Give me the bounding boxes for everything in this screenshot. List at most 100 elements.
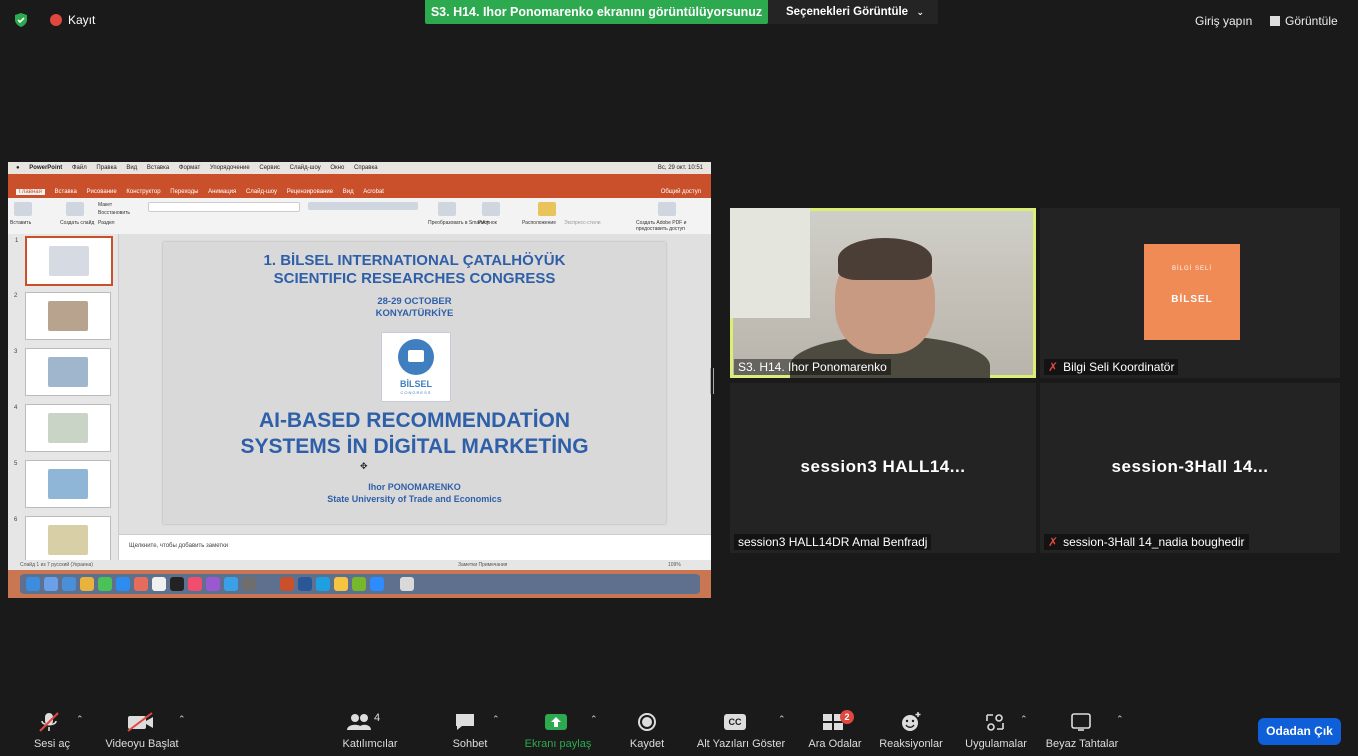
ppt-tab: Вставка: [54, 189, 77, 195]
notes-placeholder: Щелкните, чтобы добавить заметки: [129, 543, 229, 549]
status-right: Заметки Примечания: [458, 562, 508, 568]
record-icon: [638, 713, 656, 731]
speaker-hair: [838, 238, 932, 280]
background-window: [730, 208, 810, 318]
chevron-up-icon[interactable]: ⌃: [492, 714, 500, 725]
thumb-image: [48, 525, 88, 555]
ribbon-label: Макет: [98, 202, 113, 208]
thumb-image: [48, 301, 88, 331]
whiteboards-button[interactable]: ⌃ Beyaz Tahtalar: [1042, 702, 1124, 756]
captions-button[interactable]: CC ⌃ Alt Yazıları Göster: [694, 702, 788, 756]
thumb-number: 6: [14, 517, 18, 523]
breakout-rooms-button[interactable]: 2 Ara Odalar: [802, 702, 868, 756]
thumb-image: [48, 469, 88, 499]
slide-organization: State University of Trade and Economics: [327, 494, 502, 504]
word-icon: [298, 577, 312, 591]
participant-count: 4: [374, 712, 381, 724]
ribbon-label: Раздел: [98, 220, 115, 226]
logo-text: BİLSEL: [399, 379, 432, 389]
slide-main-title-line2: SYSTEMS İN DİGİTAL MARKETİNG: [240, 435, 589, 458]
video-tile-session3hall[interactable]: session-3Hall 14... session-3Hall 14_nad…: [1040, 383, 1340, 553]
podcasts-icon: [206, 577, 220, 591]
view-grid-icon: [1270, 16, 1280, 26]
participant-display-name: session-3Hall 14...: [1111, 457, 1269, 476]
apps-button[interactable]: ⌃ Uygulamalar: [958, 702, 1034, 756]
video-tile-session3[interactable]: session3 HALL14... session3 HALL14DR Ama…: [730, 383, 1036, 553]
thumb-number: 5: [14, 461, 18, 467]
view-options-label: Seçenekleri Görüntüle: [786, 6, 909, 18]
chevron-up-icon[interactable]: ⌃: [1116, 714, 1124, 725]
shared-screen[interactable]: ● PowerPoint Файл Правка Вид Вставка Фор…: [8, 162, 711, 598]
toolbar-label: Videoyu Başlat: [105, 738, 179, 750]
chevron-up-icon[interactable]: ⌃: [1020, 714, 1028, 725]
menubar-item: PowerPoint: [29, 165, 63, 171]
thumb-image: [48, 357, 88, 387]
ppt-tab: Вид: [342, 189, 354, 195]
toolbar-label: Reaksiyonlar: [879, 738, 943, 750]
chat-button[interactable]: ⌃ Sohbet: [440, 702, 500, 756]
paragraph-tools: [308, 202, 418, 210]
view-button-label: Görüntüle: [1285, 14, 1338, 28]
toolbar-label: Uygulamalar: [965, 738, 1027, 750]
avatar-text-main: BİLSEL: [1171, 294, 1213, 305]
reactions-icon: [902, 712, 921, 731]
recording-label[interactable]: Kayıt: [68, 13, 95, 27]
participant-name: Bilgi Seli Koordinatör: [1044, 359, 1179, 375]
slide-thumbnail: 1: [15, 236, 113, 286]
record-button[interactable]: Kaydet: [622, 702, 672, 756]
cursor-icon: ✥: [360, 461, 368, 471]
thumb-image: [48, 413, 88, 443]
dock-icons: [20, 574, 700, 594]
chevron-up-icon[interactable]: ⌃: [76, 714, 84, 725]
chevron-up-icon[interactable]: ⌃: [178, 714, 186, 725]
sign-in-link[interactable]: Giriş yapın: [1195, 14, 1252, 28]
ribbon-label: Экспресс-стили: [564, 220, 601, 226]
start-video-button[interactable]: ⌃ Videoyu Başlat: [104, 702, 186, 756]
panel-splitter[interactable]: [709, 368, 715, 394]
thumb-number: 1: [15, 238, 19, 244]
ribbon-label: Расположение: [522, 220, 556, 226]
status-left: Слайд 1 из 7 русский (Украина): [20, 562, 93, 568]
toolbar-label: Kaydet: [629, 738, 665, 750]
participant-name: session3 HALL14DR Amal Benfradj: [734, 534, 932, 550]
leave-meeting-button[interactable]: Odadan Çık: [1258, 718, 1341, 745]
view-options-button[interactable]: Seçenekleri Görüntüle ⌄: [768, 0, 938, 24]
participant-display-name: session3 HALL14...: [800, 457, 966, 476]
notification-badge: 2: [840, 710, 854, 724]
arrange-icon: [538, 202, 556, 216]
ppt-tab: Конструктор: [126, 189, 161, 195]
paste-icon: [14, 202, 32, 216]
slide-thumbnail: 2: [14, 292, 111, 340]
apps-icon: [986, 714, 1004, 731]
slide-thumbnails: 1 2 3 4 5 6: [8, 234, 119, 564]
notes-pane: Щелкните, чтобы добавить заметки: [119, 534, 711, 561]
reactions-button[interactable]: Reaksiyonlar: [876, 702, 946, 756]
menubar-item: Формат: [178, 165, 201, 171]
participants-button[interactable]: 4 Katılımcılar: [320, 702, 420, 756]
menubar-item: Упорядочение: [209, 165, 250, 171]
settings-icon: [242, 577, 256, 591]
chevron-up-icon[interactable]: ⌃: [778, 714, 786, 725]
chevron-up-icon[interactable]: ⌃: [590, 714, 598, 725]
avatar-text-top: BİLGİ SELİ: [1171, 266, 1212, 272]
video-tile-logo[interactable]: BİLGİ SELİ BİLSEL Bilgi Seli Koordinatör: [1040, 208, 1340, 378]
current-slide: 1. BİLSEL INTERNATIONAL ÇATALHÖYÜK SCIEN…: [163, 242, 666, 524]
menubar-item: Окно: [330, 165, 345, 171]
mic-muted-icon: [39, 712, 59, 732]
captions-icon: CC: [724, 714, 746, 730]
participant-name: S3. H14. Ihor Ponomarenko: [734, 359, 891, 375]
unmute-button[interactable]: ⌃ Sesi aç: [24, 702, 84, 756]
view-button[interactable]: Görüntüle: [1270, 14, 1338, 28]
share-screen-button[interactable]: ⌃ Ekranı paylaş: [520, 702, 598, 756]
messages-icon: [98, 577, 112, 591]
security-shield-icon[interactable]: [14, 13, 28, 27]
menubar-item: Вставка: [146, 165, 170, 171]
video-tile-speaker[interactable]: S3. H14. Ihor Ponomarenko: [730, 208, 1036, 378]
mac-dock: [8, 570, 711, 598]
video-off-icon: [127, 712, 153, 732]
menubar-clock: Вс, 29 окт. 10:51: [657, 165, 703, 171]
share-screen-icon: [545, 714, 567, 730]
thumb-image: [49, 246, 89, 276]
ppt-tab: Рецензирование: [286, 189, 334, 195]
ppt-tab: Анимация: [208, 189, 237, 195]
